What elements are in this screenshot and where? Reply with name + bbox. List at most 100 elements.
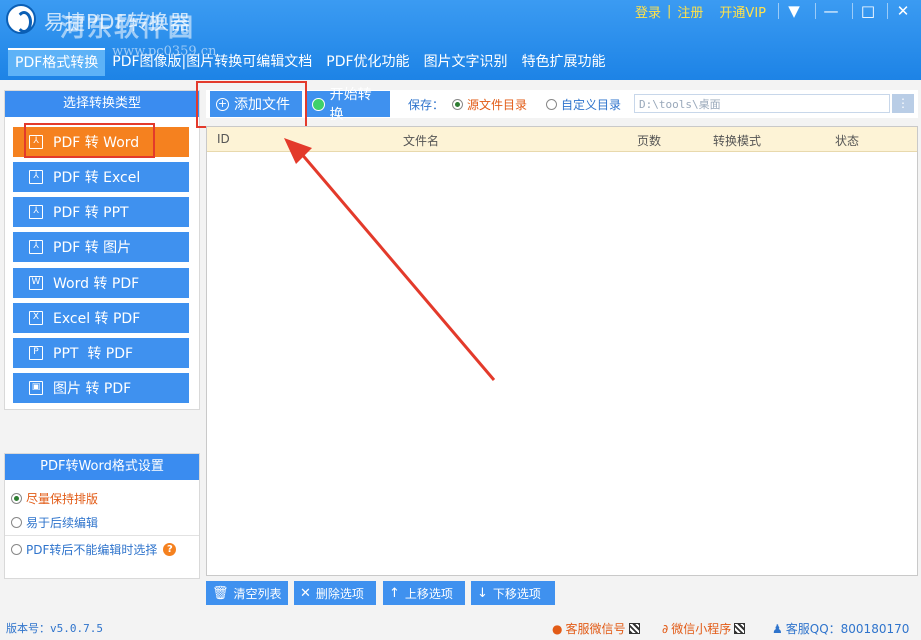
pdf-to-word-label: PDF 转 Word — [53, 135, 140, 151]
wechat-service-link[interactable]: ● 客服微信号 — [552, 620, 640, 637]
conversion-type-panel: 选择转换类型 ⅄ PDF 转 Word ⅄ PDF 转 Excel ⅄ PDF … — [4, 90, 200, 410]
image-icon: ▣ — [29, 381, 43, 395]
app-logo-icon — [6, 4, 36, 34]
trash-icon: 🗑 — [212, 585, 229, 601]
easy-edit-option[interactable]: 易于后续编辑 — [11, 514, 98, 531]
column-id: ID — [217, 132, 230, 146]
add-file-button[interactable]: + 添加文件 — [210, 91, 302, 117]
settings-header: PDF转Word格式设置 — [5, 454, 199, 480]
maximize-button[interactable]: □ — [852, 0, 884, 22]
minimize-button[interactable]: — — [815, 0, 847, 22]
save-source-label: 源文件目录 — [467, 98, 528, 112]
qq-icon: ♟ — [772, 621, 783, 636]
pdf-icon: ⅄ — [29, 135, 43, 149]
close-x-icon: ✕ — [300, 585, 311, 601]
qrcode-icon[interactable] — [628, 623, 640, 634]
add-file-label: 添加文件 — [234, 97, 290, 113]
menu-button[interactable]: ▼ — [778, 0, 810, 22]
file-table[interactable]: ID 文件名 页数 转换模式 状态 — [206, 126, 918, 576]
move-up-button[interactable]: ↑ 上移选项 — [383, 581, 465, 605]
settings-divider — [5, 535, 199, 536]
wechat-service-label: 客服微信号 — [565, 622, 626, 636]
close-button[interactable]: ✕ — [887, 0, 919, 22]
start-convert-button[interactable]: 开始转换 — [306, 87, 390, 123]
save-label: 保存： — [408, 98, 445, 112]
move-down-button[interactable]: ↓ 下移选项 — [471, 581, 555, 605]
save-custom-label: 自定义目录 — [561, 98, 622, 112]
save-source-option[interactable]: 源文件目录 — [452, 96, 527, 113]
clear-list-button[interactable]: 🗑 清空列表 — [206, 581, 288, 605]
excel-icon: X — [29, 311, 43, 325]
uneditable-option[interactable]: PDF转后不能编辑时选择 ? — [11, 541, 177, 558]
mini-program-label: 微信小程序 — [671, 622, 732, 636]
save-custom-option[interactable]: 自定义目录 — [546, 96, 621, 113]
vip-link[interactable]: 开通VIP — [716, 2, 769, 21]
tab-pdf-format-convert[interactable]: PDF格式转换 — [8, 48, 106, 76]
image-to-pdf-button[interactable]: ▣ 图片 转 PDF — [13, 373, 189, 403]
word-format-settings-panel: PDF转Word格式设置 尽量保持排版 易于后续编辑 PDF转后不能编辑时选择 … — [4, 453, 200, 579]
title-bar: 易捷PDF转换器 河东软件园 www.pc0359.cn 登录 | 注册 开通V… — [0, 0, 921, 80]
table-header: ID 文件名 页数 转换模式 状态 — [207, 127, 917, 152]
pdf-to-word-button[interactable]: ⅄ PDF 转 Word — [13, 127, 189, 157]
output-path-input[interactable] — [634, 94, 890, 113]
excel-to-pdf-button[interactable]: X Excel 转 PDF — [13, 303, 189, 333]
start-convert-label: 开始转换 — [329, 87, 372, 123]
word-icon: W — [29, 276, 43, 290]
tab-pdf-image-convert[interactable]: PDF图像版|图片转换可编辑文档 — [105, 48, 319, 76]
watermark-text: 河东软件园 — [60, 13, 196, 42]
easy-edit-label: 易于后续编辑 — [26, 516, 99, 530]
keep-layout-option[interactable]: 尽量保持排版 — [11, 490, 98, 507]
conversion-type-header: 选择转换类型 — [5, 91, 199, 117]
arrow-down-icon: ↓ — [477, 585, 488, 601]
column-filename: 文件名 — [403, 134, 440, 148]
mini-program-link[interactable]: ∂ 微信小程序 — [662, 620, 746, 637]
pdf-to-excel-button[interactable]: ⅄ PDF 转 Excel — [13, 162, 189, 192]
radio-icon — [11, 517, 22, 528]
radio-icon — [452, 99, 463, 110]
pdf-to-ppt-label: PDF 转 PPT — [53, 205, 129, 221]
ppt-to-pdf-button[interactable]: P PPT 转 PDF — [13, 338, 189, 368]
arrow-up-icon: ↑ — [389, 585, 400, 601]
delete-item-label: 删除选项 — [315, 586, 364, 601]
qq-service-label: 客服QQ：800180170 — [785, 622, 910, 636]
image-to-pdf-label: 图片 转 PDF — [53, 381, 132, 397]
register-link[interactable]: 注册 — [674, 2, 706, 21]
uneditable-label: PDF转后不能编辑时选择 — [26, 543, 158, 557]
version-text: 版本号：v5.0.7.5 — [6, 622, 103, 635]
pdf-icon: ⅄ — [29, 170, 43, 184]
pdf-to-image-label: PDF 转 图片 — [53, 240, 132, 256]
column-status: 状态 — [835, 134, 860, 148]
pdf-to-ppt-button[interactable]: ⅄ PDF 转 PPT — [13, 197, 189, 227]
column-convert-mode: 转换模式 — [713, 134, 762, 148]
pdf-to-excel-label: PDF 转 Excel — [53, 170, 141, 186]
word-to-pdf-label: Word 转 PDF — [53, 276, 140, 292]
pdf-to-image-button[interactable]: ⅄ PDF 转 图片 — [13, 232, 189, 262]
delete-item-button[interactable]: ✕ 删除选项 — [294, 581, 376, 605]
excel-to-pdf-label: Excel 转 PDF — [53, 311, 141, 327]
plus-circle-icon: + — [216, 96, 229, 111]
main-toolbar: + 添加文件 开始转换 保存： 源文件目录 自定义目录 ⋮ — [206, 87, 918, 123]
radio-icon — [11, 493, 22, 504]
status-bar: 版本号：v5.0.7.5 ● 客服微信号 ∂ 微信小程序 ♟ 客服QQ：8001… — [0, 614, 921, 640]
wechat-icon: ● — [552, 621, 563, 636]
link-icon: ∂ — [662, 621, 669, 636]
tab-pdf-optimize[interactable]: PDF优化功能 — [319, 48, 416, 76]
ppt-to-pdf-label: PPT 转 PDF — [53, 346, 134, 362]
pdf-icon: ⅄ — [29, 240, 43, 254]
move-down-label: 下移选项 — [492, 586, 541, 601]
keep-layout-label: 尽量保持排版 — [26, 492, 99, 506]
browse-path-button[interactable]: ⋮ — [892, 94, 914, 113]
ppt-icon: P — [29, 346, 43, 360]
tab-extended-features[interactable]: 特色扩展功能 — [515, 48, 613, 76]
radio-icon — [546, 99, 557, 110]
tab-image-ocr[interactable]: 图片文字识别 — [417, 48, 515, 76]
word-to-pdf-button[interactable]: W Word 转 PDF — [13, 268, 189, 298]
qrcode-icon[interactable] — [734, 623, 746, 634]
clear-list-label: 清空列表 — [233, 586, 282, 601]
help-icon[interactable]: ? — [163, 543, 177, 556]
main-nav: PDF格式转换 PDF图像版|图片转换可编辑文档 PDF优化功能 图片文字识别 … — [8, 48, 613, 76]
login-link[interactable]: 登录 — [632, 2, 664, 21]
qq-service-link[interactable]: ♟ 客服QQ：800180170 — [772, 620, 909, 637]
column-pages: 页数 — [637, 134, 662, 148]
pdf-icon: ⅄ — [29, 205, 43, 219]
